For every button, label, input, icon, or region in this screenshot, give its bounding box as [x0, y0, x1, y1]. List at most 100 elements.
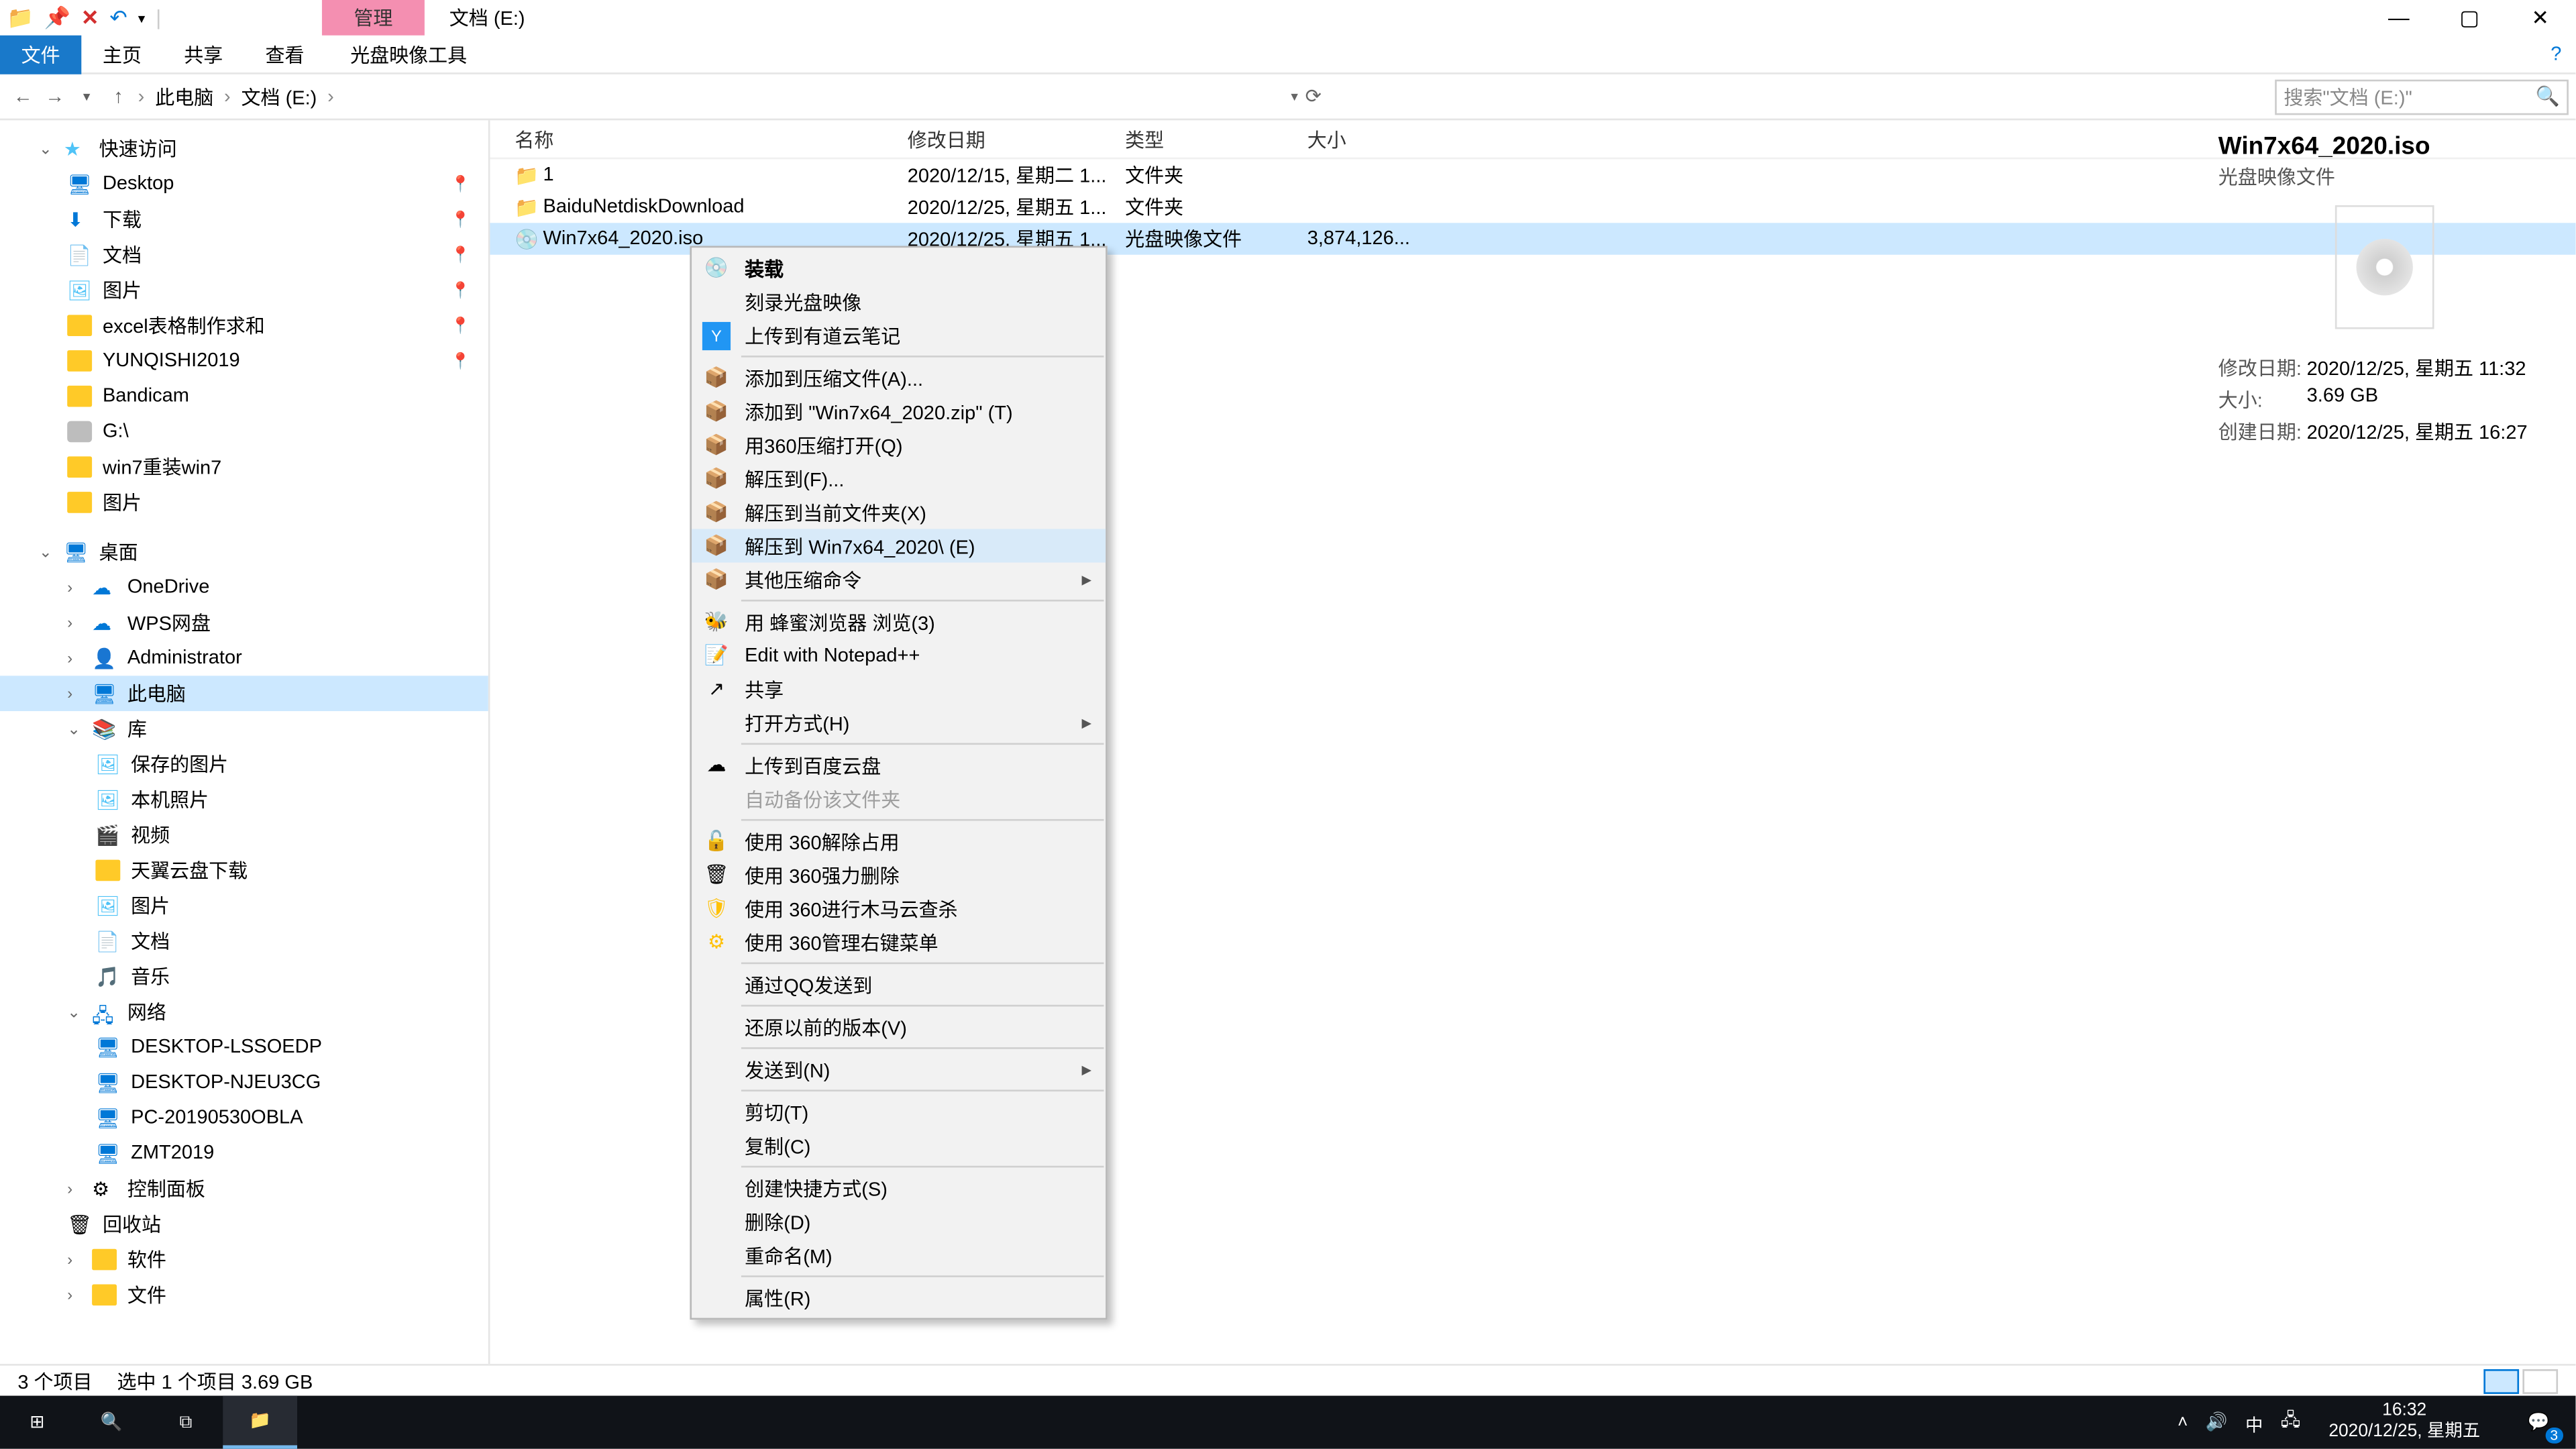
crumb-this-pc[interactable]: 此电脑: [148, 83, 221, 111]
menu-cut[interactable]: 剪切(T): [692, 1095, 1106, 1128]
col-type[interactable]: 类型: [1125, 125, 1307, 153]
menu-360-manage[interactable]: ⚙使用 360管理右键菜单: [692, 925, 1106, 959]
nav-files[interactable]: ›文件: [0, 1277, 488, 1313]
taskbar-clock[interactable]: 16:32 2020/12/25, 星期五: [2318, 1397, 2491, 1447]
menu-360-forcedel[interactable]: 🗑使用 360强力删除: [692, 858, 1106, 892]
col-name[interactable]: 名称: [515, 125, 907, 153]
close-button[interactable]: ✕: [2505, 5, 2575, 30]
ime-indicator[interactable]: 中: [2245, 1409, 2263, 1436]
menu-share[interactable]: ↗共享: [692, 672, 1106, 706]
recent-dropdown[interactable]: ▾: [70, 89, 102, 105]
start-button[interactable]: ⊞: [0, 1396, 74, 1449]
nav-bandicam[interactable]: Bandicam: [0, 378, 488, 414]
menu-qq-send[interactable]: 通过QQ发送到: [692, 967, 1106, 1001]
menu-add-archive[interactable]: 📦添加到压缩文件(A)...: [692, 361, 1106, 394]
tab-home[interactable]: 主页: [81, 34, 162, 73]
menu-open-360zip[interactable]: 📦用360压缩打开(Q): [692, 428, 1106, 462]
network-icon[interactable]: 🖧: [2281, 1407, 2300, 1438]
menu-extract-folder[interactable]: 📦解压到 Win7x64_2020\ (E): [692, 529, 1106, 562]
contextual-tab-manage[interactable]: 管理: [322, 0, 425, 36]
action-center-button[interactable]: 💬3: [2508, 1396, 2569, 1449]
nav-wps[interactable]: ›☁WPS网盘: [0, 605, 488, 641]
nav-gdrive[interactable]: G:\: [0, 414, 488, 449]
search-icon[interactable]: 🔍: [2536, 85, 2560, 108]
volume-icon[interactable]: 🔊: [2206, 1413, 2228, 1432]
nav-music[interactable]: 🎵音乐: [0, 959, 488, 994]
tab-share[interactable]: 共享: [163, 34, 244, 73]
nav-recycle[interactable]: 🗑回收站: [0, 1206, 488, 1242]
menu-mount[interactable]: 💿装载: [692, 251, 1106, 284]
nav-pics2[interactable]: 图片: [0, 485, 488, 521]
menu-open-with[interactable]: 打开方式(H)▸: [692, 706, 1106, 739]
chevron-icon[interactable]: ›: [324, 86, 337, 107]
menu-extract-to[interactable]: 📦解压到(F)...: [692, 462, 1106, 495]
nav-pc4[interactable]: 🖥ZMT2019: [0, 1136, 488, 1171]
tab-disc-tools[interactable]: 光盘映像工具: [329, 34, 488, 73]
delete-icon[interactable]: ✕: [81, 5, 99, 30]
tab-file[interactable]: 文件: [0, 34, 81, 73]
qat-dropdown-icon[interactable]: ▾: [138, 10, 146, 26]
col-date[interactable]: 修改日期: [908, 125, 1125, 153]
refresh-icon[interactable]: ⟳: [1305, 85, 1322, 108]
menu-360-scan[interactable]: 🛡使用 360进行木马云查杀: [692, 892, 1106, 925]
nav-libraries[interactable]: ⌄📚库: [0, 711, 488, 747]
tab-view[interactable]: 查看: [244, 34, 325, 73]
nav-saved-pics[interactable]: 🖼保存的图片: [0, 747, 488, 782]
nav-excel[interactable]: excel表格制作求和📍: [0, 308, 488, 343]
menu-bee-browser[interactable]: 🐝用 蜂蜜浏览器 浏览(3): [692, 605, 1106, 639]
nav-admin[interactable]: ›👤Administrator: [0, 641, 488, 676]
help-icon[interactable]: ?: [2551, 44, 2575, 65]
nav-pictures[interactable]: 🖼图片📍: [0, 272, 488, 308]
nav-pc1[interactable]: 🖥DESKTOP-LSSOEDP: [0, 1030, 488, 1065]
view-icons-button[interactable]: [2522, 1368, 2558, 1393]
nav-pc3[interactable]: 🖥PC-20190530OBLA: [0, 1100, 488, 1136]
task-view-button[interactable]: ⧉: [149, 1396, 223, 1449]
menu-extract-here[interactable]: 📦解压到当前文件夹(X): [692, 495, 1106, 529]
pin-icon[interactable]: 📌: [44, 5, 70, 30]
menu-restore-versions[interactable]: 还原以前的版本(V): [692, 1010, 1106, 1044]
col-size[interactable]: 大小: [1307, 125, 1413, 153]
nav-quick-access[interactable]: ⌄★快速访问: [0, 131, 488, 166]
menu-delete[interactable]: 删除(D): [692, 1205, 1106, 1238]
back-button[interactable]: ←: [7, 86, 39, 107]
nav-control-panel[interactable]: ›⚙控制面板: [0, 1171, 488, 1207]
nav-pic3[interactable]: 🖼图片: [0, 888, 488, 924]
menu-send-to[interactable]: 发送到(N)▸: [692, 1053, 1106, 1086]
crumb-location[interactable]: 文档 (E:): [234, 83, 324, 111]
menu-other-compress[interactable]: 📦其他压缩命令▸: [692, 563, 1106, 596]
address-dropdown-icon[interactable]: ▾: [1291, 89, 1298, 105]
maximize-button[interactable]: ▢: [2434, 5, 2505, 30]
forward-button[interactable]: →: [39, 86, 70, 107]
nav-this-pc[interactable]: ›🖥此电脑: [0, 676, 488, 711]
menu-notepadpp[interactable]: 📝Edit with Notepad++: [692, 639, 1106, 672]
menu-rename[interactable]: 重命名(M): [692, 1238, 1106, 1272]
nav-yunqishi[interactable]: YUNQISHI2019📍: [0, 343, 488, 379]
menu-baidu-upload[interactable]: ☁上传到百度云盘: [692, 748, 1106, 782]
view-details-button[interactable]: [2483, 1368, 2519, 1393]
menu-copy[interactable]: 复制(C): [692, 1128, 1106, 1162]
nav-network[interactable]: ⌄🖧网络: [0, 994, 488, 1030]
chevron-icon[interactable]: ›: [134, 86, 148, 107]
menu-add-zip[interactable]: 📦添加到 "Win7x64_2020.zip" (T): [692, 394, 1106, 428]
nav-onedrive[interactable]: ›☁OneDrive: [0, 570, 488, 605]
search-button[interactable]: 🔍: [74, 1396, 149, 1449]
nav-doc2[interactable]: 📄文档: [0, 924, 488, 959]
menu-360-unlock[interactable]: 🔓使用 360解除占用: [692, 824, 1106, 858]
nav-local-pics[interactable]: 🖼本机照片: [0, 782, 488, 818]
chevron-icon[interactable]: ›: [221, 86, 234, 107]
menu-burn[interactable]: 刻录光盘映像: [692, 285, 1106, 319]
up-button[interactable]: ↑: [103, 86, 134, 107]
menu-properties[interactable]: 属性(R): [692, 1281, 1106, 1314]
menu-create-shortcut[interactable]: 创建快捷方式(S): [692, 1171, 1106, 1205]
nav-downloads[interactable]: ⬇下载📍: [0, 202, 488, 237]
tray-overflow-icon[interactable]: ˄: [2178, 1413, 2188, 1432]
nav-desk[interactable]: ⌄🖥桌面: [0, 534, 488, 570]
nav-video[interactable]: 🎬视频: [0, 817, 488, 853]
nav-desktop[interactable]: 🖥Desktop📍: [0, 166, 488, 202]
nav-software[interactable]: ›软件: [0, 1242, 488, 1277]
minimize-button[interactable]: —: [2363, 5, 2434, 30]
menu-youdao[interactable]: Y上传到有道云笔记: [692, 319, 1106, 352]
nav-tianyi[interactable]: 天翼云盘下载: [0, 853, 488, 888]
explorer-taskbar-button[interactable]: 📁: [223, 1396, 297, 1449]
undo-icon[interactable]: ↶: [109, 5, 127, 30]
